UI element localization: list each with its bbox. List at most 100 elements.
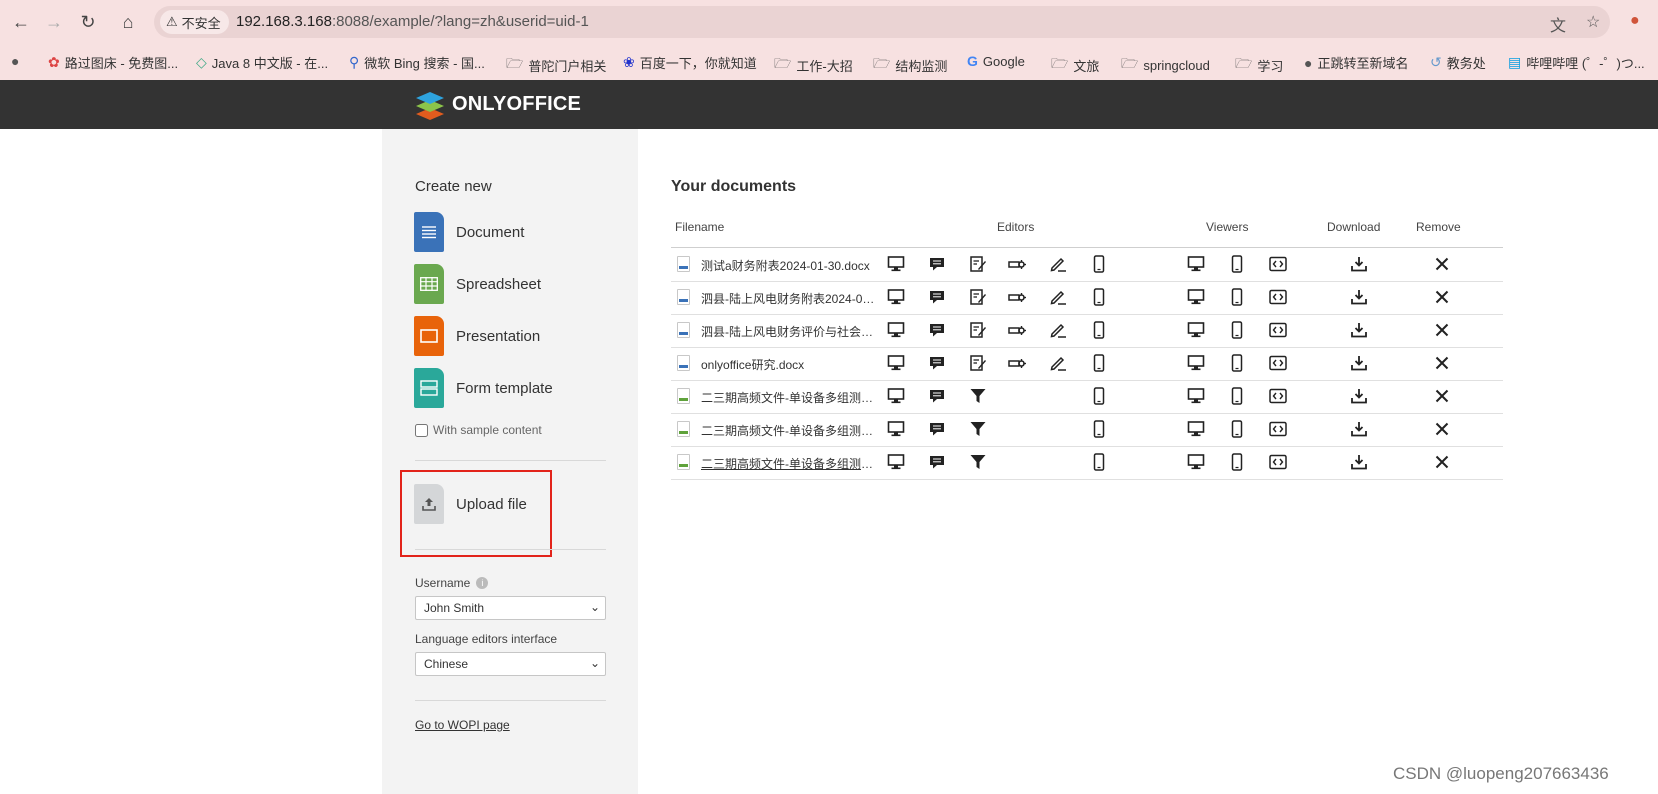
reload-icon[interactable]: ↻ xyxy=(76,10,100,34)
wopi-page-link[interactable]: Go to WOPI page xyxy=(415,718,510,732)
edit-desktop-icon[interactable] xyxy=(886,386,906,406)
download-icon[interactable] xyxy=(1349,386,1369,406)
remove-icon[interactable] xyxy=(1432,419,1452,439)
edit-desktop-icon[interactable] xyxy=(886,320,906,340)
fill-form-icon[interactable] xyxy=(1007,254,1027,274)
back-icon[interactable]: ← xyxy=(9,10,33,34)
logo[interactable]: ONLYOFFICE xyxy=(414,88,581,120)
address-bar[interactable]: ⚠ 不安全 192.168.3.168:8088/example/?lang=z… xyxy=(154,6,1610,38)
file-name-link[interactable]: 泗县-陆上风电财务评价与社会效益分析.docx xyxy=(701,323,881,340)
remove-icon[interactable] xyxy=(1432,452,1452,472)
create-spreadsheet-button[interactable]: Spreadsheet xyxy=(414,264,541,304)
forward-icon[interactable]: → xyxy=(42,10,66,34)
sample-content-option[interactable]: With sample content xyxy=(415,423,542,437)
sample-content-checkbox[interactable] xyxy=(415,423,428,437)
comment-icon[interactable] xyxy=(927,353,947,373)
download-icon[interactable] xyxy=(1349,254,1369,274)
view-mobile-icon[interactable] xyxy=(1227,419,1247,439)
filter-icon[interactable] xyxy=(968,419,988,439)
fill-form-icon[interactable] xyxy=(1007,287,1027,307)
edit-desktop-icon[interactable] xyxy=(886,452,906,472)
edit-mobile-icon[interactable] xyxy=(1089,386,1109,406)
translate-icon[interactable]: 文 xyxy=(1550,12,1566,36)
download-icon[interactable] xyxy=(1349,320,1369,340)
fill-form-icon[interactable] xyxy=(1007,320,1027,340)
file-name-link[interactable]: onlyoffice研究.docx xyxy=(701,356,881,373)
username-select[interactable]: John Smith ⌄ xyxy=(415,596,606,620)
language-select[interactable]: Chinese ⌄ xyxy=(415,652,606,676)
edit-desktop-icon[interactable] xyxy=(886,254,906,274)
create-presentation-button[interactable]: Presentation xyxy=(414,316,540,356)
review-icon[interactable] xyxy=(968,287,988,307)
view-mobile-icon[interactable] xyxy=(1227,452,1247,472)
bookmark-item[interactable]: 🗁 文旅 xyxy=(1051,53,1099,77)
view-mobile-icon[interactable] xyxy=(1227,287,1247,307)
info-icon[interactable]: i xyxy=(476,577,489,589)
file-name-link[interactable]: 泗县-陆上风电财务附表2024-01-30.docx xyxy=(701,290,881,307)
file-name-link[interactable]: 二三期高频文件-单设备多组测点.xlsx xyxy=(701,389,881,406)
sign-icon[interactable] xyxy=(1048,254,1068,274)
download-icon[interactable] xyxy=(1349,287,1369,307)
create-form-template-button[interactable]: Form template xyxy=(414,368,553,408)
edit-mobile-icon[interactable] xyxy=(1089,254,1109,274)
bookmark-item[interactable]: ↺ 教务处 xyxy=(1430,53,1486,72)
comment-icon[interactable] xyxy=(927,452,947,472)
upload-file-button[interactable]: Upload file xyxy=(414,484,527,524)
bookmark-item[interactable]: ● 正跳转至新域名 xyxy=(1304,53,1408,72)
profile-icon[interactable]: ● xyxy=(1630,12,1640,30)
sign-icon[interactable] xyxy=(1048,287,1068,307)
download-icon[interactable] xyxy=(1349,353,1369,373)
comment-icon[interactable] xyxy=(927,386,947,406)
edit-desktop-icon[interactable] xyxy=(886,419,906,439)
bookmark-item[interactable]: 🗁 结构监测 xyxy=(873,53,947,77)
embedded-view-icon[interactable] xyxy=(1268,353,1288,373)
bookmark-item[interactable]: 🗁 学习 xyxy=(1235,53,1283,77)
url-text[interactable]: 192.168.3.168:8088/example/?lang=zh&user… xyxy=(236,13,589,30)
file-name-link[interactable]: 二三期高频文件-单设备多组测点.xlsx xyxy=(701,422,881,439)
edit-mobile-icon[interactable] xyxy=(1089,419,1109,439)
comment-icon[interactable] xyxy=(927,320,947,340)
embedded-view-icon[interactable] xyxy=(1268,287,1288,307)
comment-icon[interactable] xyxy=(927,254,947,274)
filter-icon[interactable] xyxy=(968,386,988,406)
create-document-button[interactable]: Document xyxy=(414,212,524,252)
embedded-view-icon[interactable] xyxy=(1268,419,1288,439)
view-desktop-icon[interactable] xyxy=(1186,386,1206,406)
embedded-view-icon[interactable] xyxy=(1268,452,1288,472)
bookmark-item[interactable]: G Google xyxy=(967,53,1025,69)
bookmark-item[interactable]: ⚲ 微软 Bing 搜索 - 国... xyxy=(349,53,485,72)
bookmark-item[interactable]: ◇ Java 8 中文版 - 在... xyxy=(196,53,328,72)
file-name-link[interactable]: 测试a财务附表2024-01-30.docx xyxy=(701,257,881,274)
home-icon[interactable]: ⌂ xyxy=(116,10,140,34)
view-desktop-icon[interactable] xyxy=(1186,320,1206,340)
review-icon[interactable] xyxy=(968,353,988,373)
view-desktop-icon[interactable] xyxy=(1186,353,1206,373)
view-mobile-icon[interactable] xyxy=(1227,353,1247,373)
star-icon[interactable]: ☆ xyxy=(1586,12,1600,32)
remove-icon[interactable] xyxy=(1432,287,1452,307)
fill-form-icon[interactable] xyxy=(1007,353,1027,373)
remove-icon[interactable] xyxy=(1432,353,1452,373)
review-icon[interactable] xyxy=(968,254,988,274)
view-mobile-icon[interactable] xyxy=(1227,386,1247,406)
bookmark-item[interactable]: ▤ 哔哩哔哩 (゜-゜)つ... xyxy=(1508,53,1645,72)
bookmark-item[interactable]: ❀ 百度一下，你就知道 xyxy=(623,53,757,72)
edit-desktop-icon[interactable] xyxy=(886,353,906,373)
view-mobile-icon[interactable] xyxy=(1227,320,1247,340)
edit-mobile-icon[interactable] xyxy=(1089,353,1109,373)
bookmark-item[interactable]: 🗁 普陀门户相关 xyxy=(506,53,606,77)
embedded-view-icon[interactable] xyxy=(1268,320,1288,340)
filter-icon[interactable] xyxy=(968,452,988,472)
globe-icon[interactable]: ● xyxy=(11,53,19,69)
remove-icon[interactable] xyxy=(1432,254,1452,274)
edit-mobile-icon[interactable] xyxy=(1089,452,1109,472)
remove-icon[interactable] xyxy=(1432,386,1452,406)
review-icon[interactable] xyxy=(968,320,988,340)
embedded-view-icon[interactable] xyxy=(1268,386,1288,406)
remove-icon[interactable] xyxy=(1432,320,1452,340)
view-desktop-icon[interactable] xyxy=(1186,419,1206,439)
download-icon[interactable] xyxy=(1349,419,1369,439)
security-chip[interactable]: ⚠ 不安全 xyxy=(160,10,229,34)
view-desktop-icon[interactable] xyxy=(1186,254,1206,274)
bookmark-item[interactable]: 🗁 springcloud xyxy=(1121,53,1210,77)
